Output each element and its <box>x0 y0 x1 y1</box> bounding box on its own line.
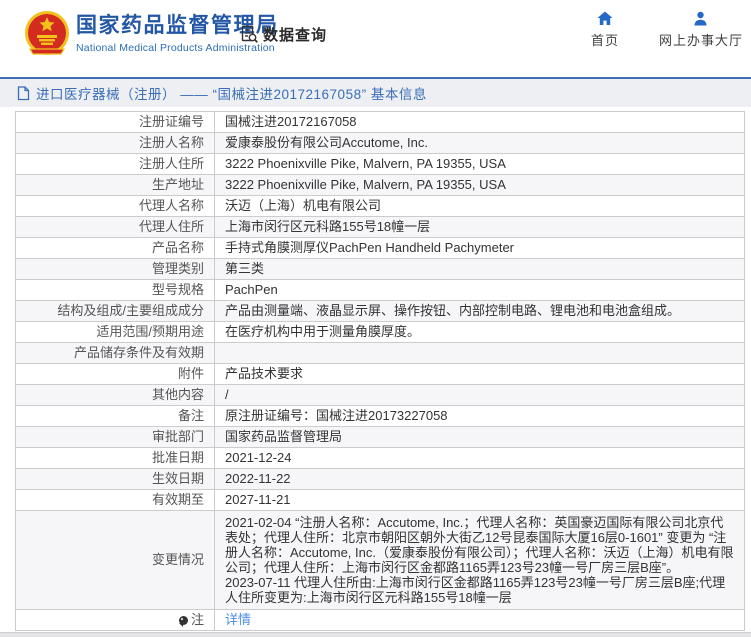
table-row: 有效期至 2027-11-21 <box>15 489 745 511</box>
row-label: 代理人名称 <box>15 195 215 217</box>
page-icon <box>17 85 30 101</box>
table-row: 结构及组成/主要组成成分 产品由测量端、液晶显示屏、操作按钮、内部控制电路、锂电池… <box>15 300 745 322</box>
table-row: 生效日期 2022-11-22 <box>15 468 745 490</box>
table-row: 适用范围/预期用途 在医疗机构中用于测量角膜厚度。 <box>15 321 745 343</box>
row-value: 详情 <box>214 609 745 631</box>
row-label: 型号规格 <box>15 279 215 301</box>
registration-info-table-wrap: 注册证编号 国械注进20172167058 注册人名称 爱康泰股份有限公司Accuto… <box>15 111 745 631</box>
row-value <box>214 342 745 364</box>
row-value: 爱康泰股份有限公司Accutome, Inc. <box>214 132 745 154</box>
national-emblem-icon <box>24 9 70 59</box>
table-row: 代理人名称 沃迈（上海）机电有限公司 <box>15 195 745 217</box>
row-label: 注册人名称 <box>15 132 215 154</box>
breadcrumb: 进口医疗器械（注册） —— “国械注进20172167058” 基本信息 <box>0 77 751 107</box>
row-label: 变更情况 <box>15 510 215 610</box>
nav-home-label: 首页 <box>590 33 619 48</box>
row-label: 代理人住所 <box>15 216 215 238</box>
table-row: 生产地址 3222 Phoenixville Pike, Malvern, PA … <box>15 174 745 196</box>
detail-link[interactable]: 详情 <box>225 612 251 627</box>
row-value: 2021-12-24 <box>214 447 745 469</box>
data-query-label: 数据查询 <box>263 27 328 44</box>
row-label: 注 <box>15 609 215 631</box>
row-value: 2021-02-04 “注册人名称：Accutome, Inc.；代理人名称：英… <box>214 510 745 610</box>
nav-item-home[interactable]: 首页 <box>579 11 631 49</box>
row-label: 产品储存条件及有效期 <box>15 342 215 364</box>
row-value: 第三类 <box>214 258 745 280</box>
table-row: 其他内容 / <box>15 384 745 406</box>
home-icon <box>597 11 613 26</box>
row-value: 3222 Phoenixville Pike, Malvern, PA 1935… <box>214 174 745 196</box>
row-label: 附件 <box>15 363 215 385</box>
page: 国家药品监督管理局 National Medical Products Admi… <box>0 0 751 637</box>
row-value: / <box>214 384 745 406</box>
row-label: 生效日期 <box>15 468 215 490</box>
table-row: 代理人住所 上海市闵行区元科路155号18幢一层 <box>15 216 745 238</box>
table-row: 批准日期 2021-12-24 <box>15 447 745 469</box>
data-query-button[interactable]: 数据查询 <box>240 24 327 45</box>
person-icon <box>693 11 708 26</box>
registration-info-table: 注册证编号 国械注进20172167058 注册人名称 爱康泰股份有限公司Accuto… <box>15 111 745 631</box>
table-row: 管理类别 第三类 <box>15 258 745 280</box>
note-icon <box>178 616 188 627</box>
row-label: 注册证编号 <box>15 111 215 133</box>
change-record: 2023-07-11 代理人住所由:上海市闵行区金都路1165弄123号23幢一… <box>225 575 726 605</box>
row-label: 其他内容 <box>15 384 215 406</box>
table-row: 注册人名称 爱康泰股份有限公司Accutome, Inc. <box>15 132 745 154</box>
change-record: 2021-02-04 “注册人名称：Accutome, Inc.；代理人名称：英… <box>225 515 734 575</box>
row-label: 适用范围/预期用途 <box>15 321 215 343</box>
table-row: 变更情况 2021-02-04 “注册人名称：Accutome, Inc.；代理人… <box>15 510 745 610</box>
row-value: 国械注进20172167058 <box>214 111 745 133</box>
row-value: 在医疗机构中用于测量角膜厚度。 <box>214 321 745 343</box>
row-value: 原注册证编号：国械注进20173227058 <box>214 405 745 427</box>
footer-strip <box>0 632 751 637</box>
table-row: 产品储存条件及有效期 <box>15 342 745 364</box>
nav-service-hall-label: 网上办事大厅 <box>658 33 743 48</box>
row-label: 结构及组成/主要组成成分 <box>15 300 215 322</box>
site-header: 国家药品监督管理局 National Medical Products Admi… <box>0 0 751 77</box>
row-value: 2022-11-22 <box>214 468 745 490</box>
row-value: 手持式角膜测厚仪PachPen Handheld Pachymeter <box>214 237 745 259</box>
row-label: 管理类别 <box>15 258 215 280</box>
row-value: 沃迈（上海）机电有限公司 <box>214 195 745 217</box>
row-label: 产品名称 <box>15 237 215 259</box>
row-value: 2027-11-21 <box>214 489 745 511</box>
table-row: 附件 产品技术要求 <box>15 363 745 385</box>
row-value: 产品由测量端、液晶显示屏、操作按钮、内部控制电路、锂电池和电池盒组成。 <box>214 300 745 322</box>
document-search-icon <box>240 25 259 44</box>
row-label: 注册人住所 <box>15 153 215 175</box>
nav-item-service-hall[interactable]: 网上办事大厅 <box>659 11 743 49</box>
row-value: PachPen <box>214 279 745 301</box>
table-row: 注册人住所 3222 Phoenixville Pike, Malvern, PA… <box>15 153 745 175</box>
row-value: 3222 Phoenixville Pike, Malvern, PA 1935… <box>214 153 745 175</box>
table-row: 注册证编号 国械注进20172167058 <box>15 111 745 133</box>
row-label: 备注 <box>15 405 215 427</box>
row-value: 上海市闵行区元科路155号18幢一层 <box>214 216 745 238</box>
table-row: 备注 原注册证编号：国械注进20173227058 <box>15 405 745 427</box>
row-label: 有效期至 <box>15 489 215 511</box>
table-row: 产品名称 手持式角膜测厚仪PachPen Handheld Pachymeter <box>15 237 745 259</box>
row-label: 审批部门 <box>15 426 215 448</box>
row-value: 产品技术要求 <box>214 363 745 385</box>
row-label: 生产地址 <box>15 174 215 196</box>
table-row: 注详情 <box>15 609 745 631</box>
table-row: 型号规格 PachPen <box>15 279 745 301</box>
table-row: 审批部门 国家药品监督管理局 <box>15 426 745 448</box>
top-navigation: 首页 网上办事大厅 <box>579 11 743 49</box>
row-label: 批准日期 <box>15 447 215 469</box>
breadcrumb-text: 进口医疗器械（注册） —— “国械注进20172167058” 基本信息 <box>36 87 427 102</box>
row-value: 国家药品监督管理局 <box>214 426 745 448</box>
